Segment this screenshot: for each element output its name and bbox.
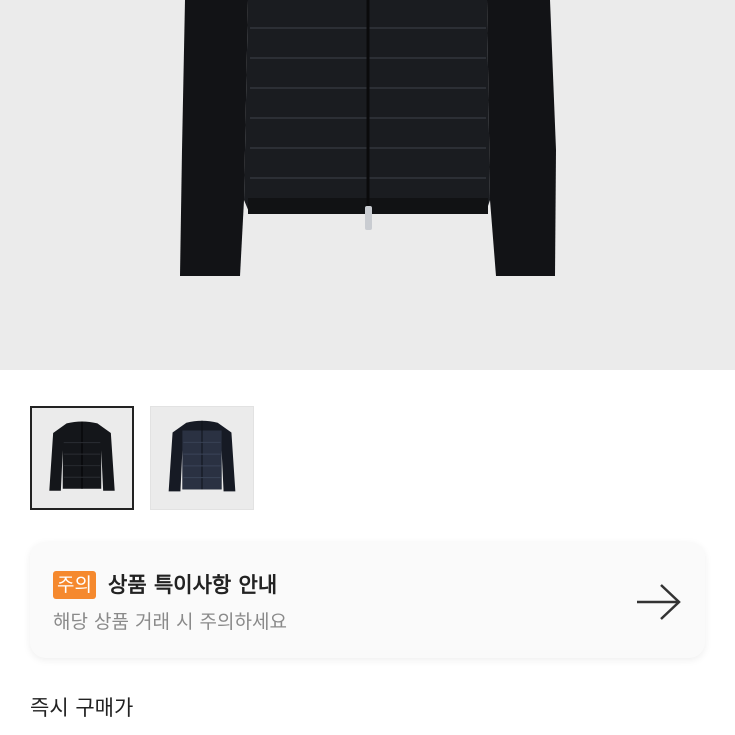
caution-badge: 주의 bbox=[53, 571, 96, 599]
product-notice-card[interactable]: 주의 상품 특이사항 안내 해당 상품 거래 시 주의하세요 bbox=[30, 542, 705, 658]
instant-buy-price-label: 즉시 구매가 bbox=[30, 696, 134, 720]
thumbnail-navy[interactable] bbox=[150, 406, 254, 510]
notice-subtitle: 해당 상품 거래 시 주의하세요 bbox=[53, 611, 287, 633]
thumbnail-list bbox=[30, 406, 254, 510]
product-main-image[interactable] bbox=[0, 0, 735, 370]
navy-jacket-thumbnail-image bbox=[168, 420, 236, 492]
black-jacket-thumbnail-image bbox=[49, 421, 115, 491]
arrow-right-icon[interactable] bbox=[635, 582, 683, 622]
thumbnail-black[interactable] bbox=[30, 406, 134, 510]
jacket-image bbox=[180, 0, 556, 276]
notice-title: 상품 특이사항 안내 bbox=[108, 573, 278, 597]
